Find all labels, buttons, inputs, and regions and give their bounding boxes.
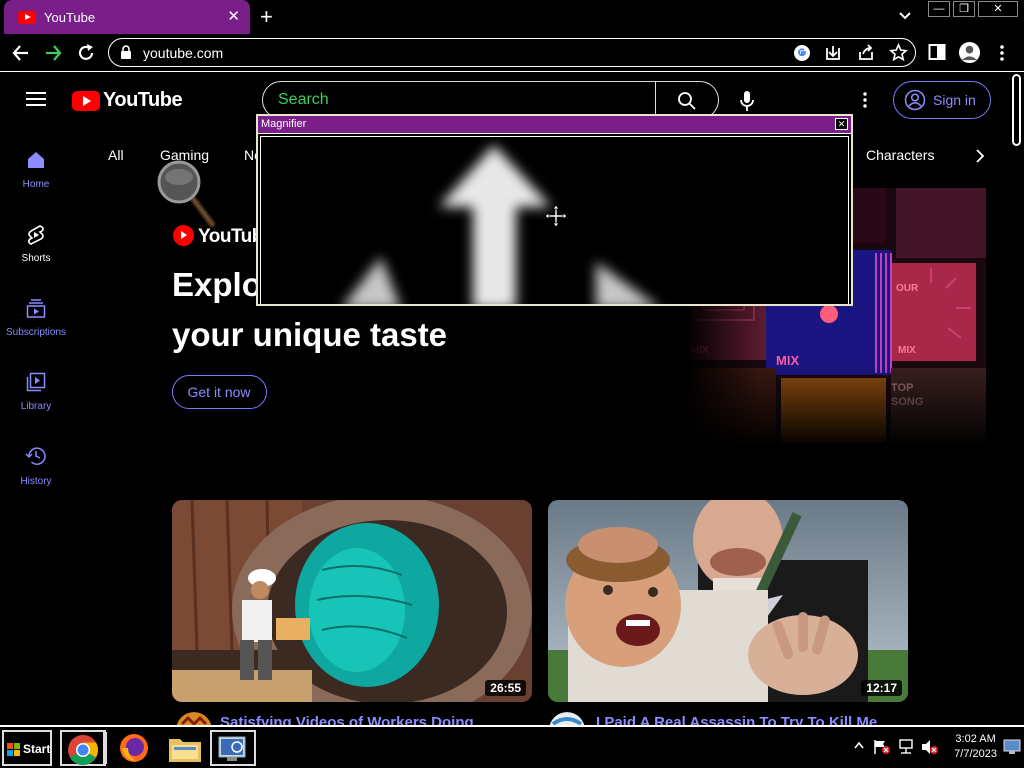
- profile-avatar-icon[interactable]: [958, 41, 981, 64]
- browser-toolbar: youtube.com: [0, 34, 1024, 72]
- youtube-music-logo-icon: [173, 225, 194, 246]
- start-label: Start: [23, 742, 51, 756]
- search-placeholder: Search: [278, 91, 329, 108]
- magnifier-titlebar[interactable]: Magnifier ✕: [258, 116, 851, 134]
- browser-titlebar: YouTube ✕ + — ❐ ✕: [0, 0, 1024, 34]
- chip-all[interactable]: All: [108, 147, 124, 163]
- get-it-now-button[interactable]: Get it now: [172, 375, 267, 409]
- youtube-logo-icon[interactable]: [72, 91, 100, 111]
- minimize-button[interactable]: —: [928, 1, 950, 17]
- chrome-menu-icon[interactable]: [996, 42, 1008, 64]
- share-icon[interactable]: [857, 44, 875, 62]
- new-tab-button[interactable]: +: [260, 4, 273, 30]
- search-icon: [678, 92, 696, 110]
- address-bar[interactable]: youtube.com: [108, 38, 916, 67]
- sidebar-item-label: Subscriptions: [5, 327, 67, 338]
- promo-headline-line1: Explo: [172, 266, 262, 303]
- lock-icon[interactable]: [120, 45, 132, 59]
- window-close-button[interactable]: ✕: [978, 1, 1018, 17]
- sidebar-item-label: Shorts: [21, 253, 51, 264]
- move-cursor-icon: [545, 205, 567, 227]
- sidebar-item-label: History: [20, 476, 52, 487]
- system-clock[interactable]: 3:02 AM 7/7/2023: [954, 732, 997, 762]
- chevron-right-icon[interactable]: [974, 148, 986, 164]
- chrome-icon: [68, 735, 99, 766]
- folder-icon: [169, 739, 201, 762]
- youtube-logo-text[interactable]: YouTube: [103, 89, 183, 112]
- clock-date: 7/7/2023: [954, 748, 997, 760]
- page-scrollbar[interactable]: [1010, 72, 1024, 725]
- settings-more-icon[interactable]: [860, 91, 870, 109]
- windows-taskbar: Start 3:02 AM 7/7/2023: [0, 725, 1024, 768]
- network-icon[interactable]: [897, 739, 915, 755]
- taskbar-explorer-button[interactable]: [162, 730, 208, 766]
- firefox-icon: [120, 734, 148, 762]
- thumbnail-image: [548, 500, 908, 702]
- magnifier-cursor-icon: [157, 160, 216, 228]
- youtube-favicon-icon: [18, 11, 36, 24]
- voice-search-icon[interactable]: [738, 89, 756, 113]
- chip-characters[interactable]: Characters: [866, 147, 934, 163]
- sidebar-item-subscriptions[interactable]: Subscriptions: [0, 296, 72, 356]
- thumbnail-image: [172, 500, 532, 702]
- sign-in-button[interactable]: Sign in: [893, 81, 991, 119]
- screen: YouTube ✕ + — ❐ ✕ youtube.com YouTube Se…: [0, 0, 1024, 768]
- install-app-icon[interactable]: [824, 44, 842, 62]
- show-hidden-icons-icon[interactable]: [853, 740, 865, 752]
- home-icon: [28, 152, 44, 168]
- tab-close-icon[interactable]: ✕: [227, 7, 240, 25]
- video-thumbnail-2[interactable]: 12:17: [548, 500, 908, 702]
- windows-logo-icon: [7, 743, 20, 756]
- tab-search-icon[interactable]: [898, 9, 912, 23]
- forward-arrow-icon[interactable]: [42, 42, 64, 64]
- tab-title: YouTube: [44, 10, 96, 25]
- browser-tab[interactable]: YouTube ✕: [4, 0, 250, 34]
- taskbar-separator: [103, 732, 107, 764]
- magnifier-close-button[interactable]: ✕: [835, 118, 848, 130]
- google-lens-icon[interactable]: [793, 44, 811, 62]
- magnifier-window[interactable]: Magnifier ✕: [256, 114, 853, 306]
- restore-button[interactable]: ❐: [953, 1, 975, 17]
- action-center-icon[interactable]: [873, 739, 891, 755]
- get-it-now-label: Get it now: [187, 384, 251, 400]
- promo-headline-line2: your unique taste: [172, 316, 448, 353]
- bookmark-star-icon[interactable]: [889, 43, 908, 62]
- taskbar-magnifier-button[interactable]: [210, 730, 256, 766]
- reload-icon[interactable]: [75, 42, 97, 64]
- magnifier-title: Magnifier: [261, 118, 307, 130]
- sidebar-item-shorts[interactable]: Shorts: [0, 222, 72, 282]
- volume-muted-icon[interactable]: [921, 739, 939, 755]
- shorts-icon: [27, 225, 44, 245]
- sidebar-item-home[interactable]: Home: [0, 148, 72, 208]
- sidebar-item-label: Library: [20, 401, 52, 412]
- video-duration: 26:55: [485, 680, 526, 696]
- side-panel-icon[interactable]: [928, 43, 946, 61]
- sidebar-item-label: Home: [22, 179, 50, 190]
- clock-time: 3:02 AM: [955, 733, 996, 745]
- history-icon: [25, 447, 46, 465]
- show-desktop-icon[interactable]: [1003, 739, 1021, 755]
- subscriptions-icon: [26, 299, 46, 318]
- video-thumbnail-1[interactable]: 26:55: [172, 500, 532, 702]
- sidebar-item-history[interactable]: History: [0, 444, 72, 504]
- magnifier-app-icon: [218, 736, 246, 761]
- url-text: youtube.com: [143, 45, 224, 61]
- library-icon: [26, 372, 46, 392]
- back-arrow-icon[interactable]: [10, 42, 32, 64]
- sidebar-item-library[interactable]: Library: [0, 370, 72, 430]
- scrollbar-thumb[interactable]: [1012, 74, 1021, 146]
- hamburger-menu-icon[interactable]: [26, 91, 46, 107]
- video-duration: 12:17: [861, 680, 902, 696]
- taskbar-firefox-button[interactable]: [113, 730, 159, 766]
- taskbar-chrome-button[interactable]: [60, 730, 106, 766]
- sign-in-label: Sign in: [933, 92, 976, 108]
- account-icon: [904, 89, 926, 111]
- start-button[interactable]: Start: [2, 730, 52, 766]
- magnifier-view: [260, 136, 849, 304]
